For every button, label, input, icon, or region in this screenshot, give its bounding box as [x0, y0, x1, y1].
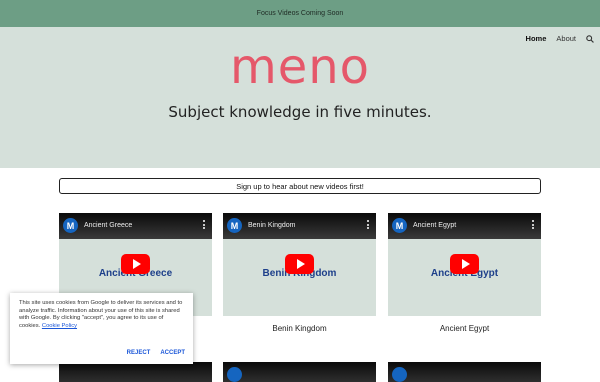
cookie-policy-link[interactable]: Cookie Policy	[42, 323, 77, 329]
search-icon[interactable]	[586, 34, 594, 43]
video-title-bar	[223, 213, 376, 239]
announcement-text: Focus Videos Coming Soon	[256, 10, 344, 17]
video-title-bar	[223, 362, 376, 382]
channel-avatar[interactable]: M	[392, 218, 407, 233]
reject-button[interactable]: REJECT	[127, 350, 151, 358]
nav-item-home[interactable]: Home	[526, 34, 547, 43]
video-caption: Benin Kingdom	[272, 324, 327, 333]
video-player[interactable]	[223, 362, 376, 382]
video-player[interactable]: M Benin Kingdom Benin Kingdom	[223, 213, 376, 316]
hero-section: Home About meno Subject knowledge in fiv…	[0, 27, 600, 168]
top-nav: Home About	[526, 34, 594, 43]
video-title-bar	[388, 213, 541, 239]
site-tagline: Subject knowledge in five minutes.	[168, 103, 432, 121]
video-player[interactable]	[59, 362, 212, 382]
accept-button[interactable]: ACCEPT	[160, 350, 185, 358]
more-options-icon[interactable]	[532, 220, 535, 229]
video-title[interactable]: Benin Kingdom	[248, 222, 295, 229]
video-title-bar	[59, 213, 212, 239]
video-title-bar	[59, 362, 212, 382]
site-logo[interactable]: meno	[0, 43, 600, 91]
cookie-consent-dialog: This site uses cookies from Google to de…	[10, 293, 193, 364]
cookie-actions: REJECT ACCEPT	[127, 350, 185, 358]
video-player[interactable]	[388, 362, 541, 382]
video-title-bar	[388, 362, 541, 382]
video-caption: Ancient Egypt	[439, 324, 490, 333]
video-title[interactable]: Ancient Egypt	[413, 222, 456, 229]
play-button-icon[interactable]	[121, 254, 150, 274]
more-options-icon[interactable]	[367, 220, 370, 229]
play-button-icon[interactable]	[285, 254, 314, 274]
signup-button[interactable]: Sign up to hear about new videos first!	[59, 178, 541, 194]
more-options-icon[interactable]	[203, 220, 206, 229]
play-button-icon[interactable]	[450, 254, 479, 274]
video-title[interactable]: Ancient Greece	[84, 222, 132, 229]
channel-avatar[interactable]: M	[63, 218, 78, 233]
channel-avatar[interactable]: M	[227, 218, 242, 233]
announcement-banner: Focus Videos Coming Soon	[0, 0, 600, 27]
video-player[interactable]: M Ancient Egypt Ancient Egypt	[388, 213, 541, 316]
nav-item-about[interactable]: About	[556, 34, 576, 43]
